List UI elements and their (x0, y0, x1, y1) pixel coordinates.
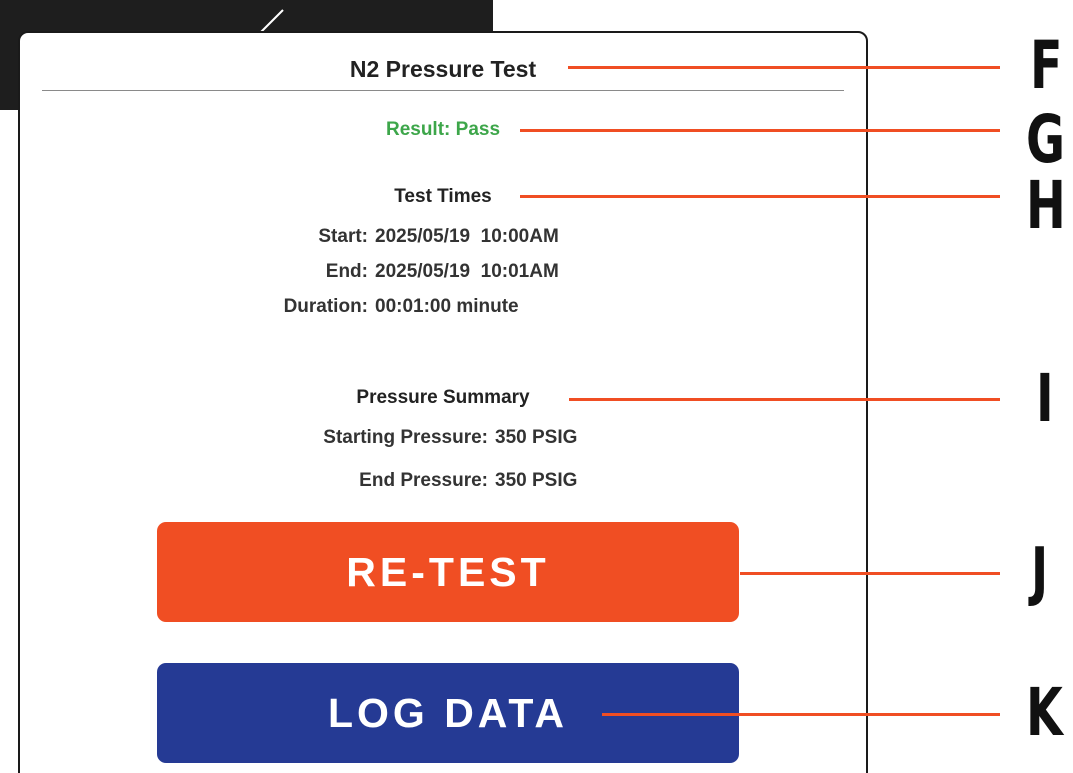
end-time-value: 2025/05/19 10:01AM (375, 261, 559, 282)
duration-value: 00:01:00 minute (375, 296, 519, 317)
start-time-row: Start: 2025/05/19 10:00AM (259, 226, 559, 248)
callout-line-h (520, 195, 1000, 198)
callout-letter-j: J (1031, 535, 1049, 609)
title-divider (42, 90, 844, 91)
pressure-test-dialog: N2 Pressure Test Result: Pass Test Times… (18, 31, 868, 773)
callout-line-j (740, 572, 1000, 575)
callout-letter-k: K (1026, 674, 1063, 751)
duration-label: Duration: (283, 296, 368, 317)
starting-pressure-row: Starting Pressure: 350 PSIG (288, 427, 577, 449)
starting-pressure-value: 350 PSIG (495, 427, 578, 448)
dialog-title: N2 Pressure Test (349, 56, 537, 82)
callout-letter-f: F (1030, 27, 1063, 104)
starting-pressure-label: Starting Pressure: (323, 427, 488, 448)
screen: N2 Pressure Test Result: Pass Test Times… (0, 0, 1073, 773)
end-time-row: End: 2025/05/19 10:01AM (259, 261, 559, 283)
end-pressure-row: End Pressure: 350 PSIG (288, 470, 577, 492)
retest-button[interactable]: RE-TEST (157, 522, 739, 622)
callout-letter-i: I (1036, 360, 1054, 437)
callout-letter-g: G (1026, 101, 1066, 178)
end-time-label: End: (325, 261, 368, 282)
callout-letter-h: H (1026, 167, 1066, 244)
end-pressure-label: End Pressure: (359, 470, 488, 491)
duration-row: Duration: 00:01:00 minute (259, 296, 519, 318)
start-time-value: 2025/05/19 10:00AM (375, 226, 559, 247)
callout-line-i (569, 398, 1000, 401)
callout-line-g (520, 129, 1000, 132)
end-pressure-value: 350 PSIG (495, 470, 578, 491)
callout-line-k (602, 713, 1000, 716)
callout-line-f (568, 66, 1000, 69)
start-time-label: Start: (318, 226, 368, 247)
